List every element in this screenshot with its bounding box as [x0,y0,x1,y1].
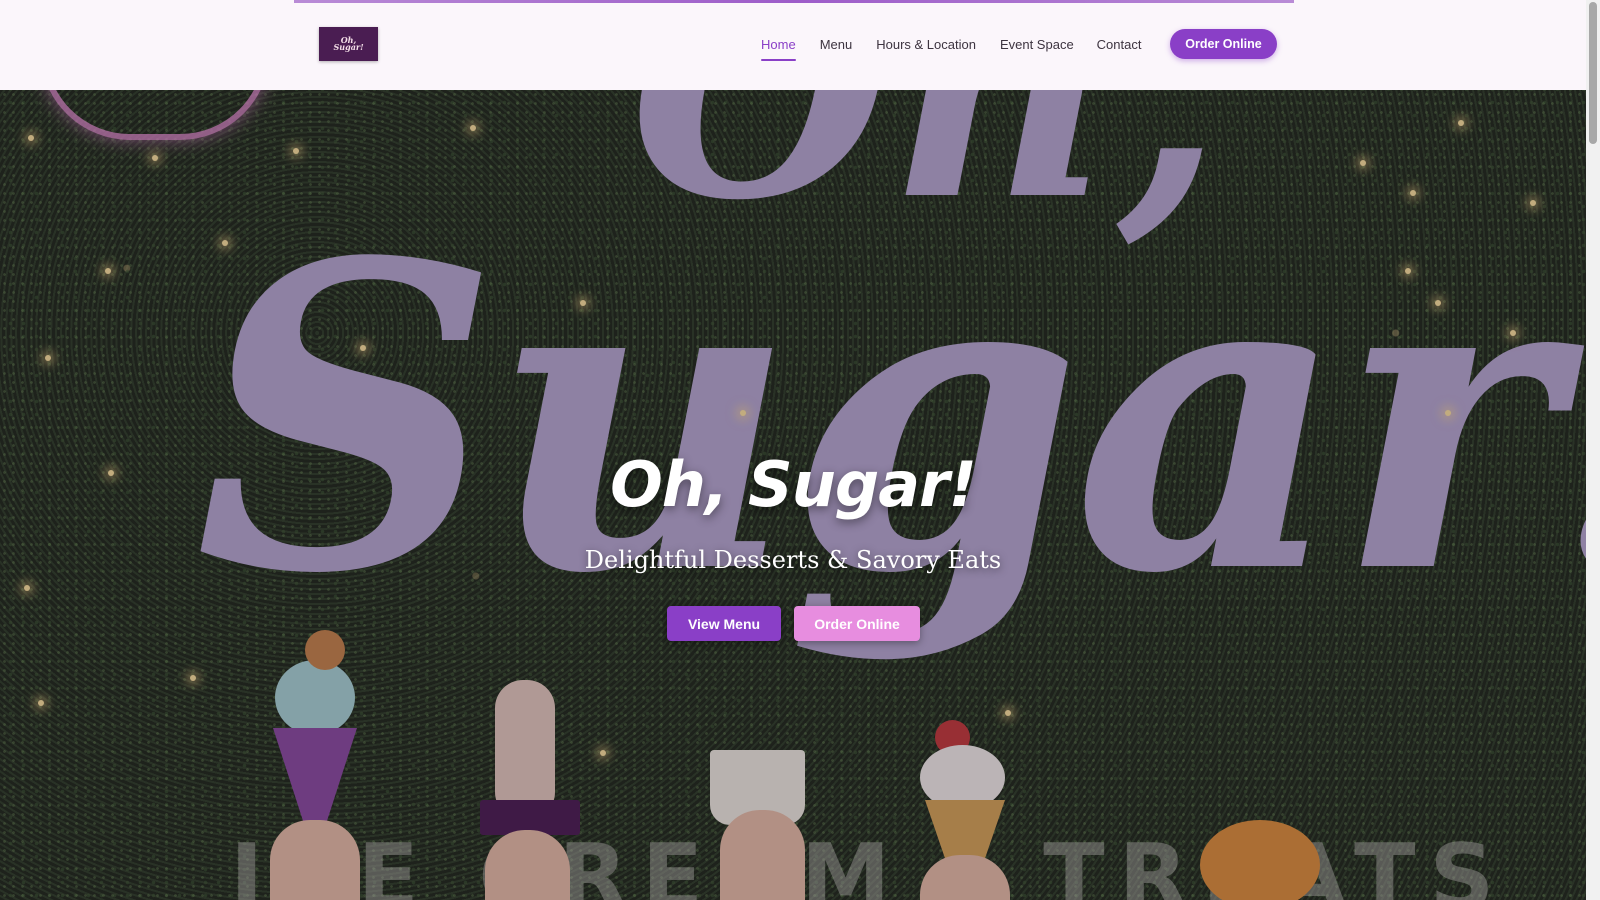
scrollbar-thumb[interactable] [1589,2,1597,144]
site-logo[interactable]: Oh, Sugar! [319,27,378,61]
order-online-header-button[interactable]: Order Online [1170,29,1277,59]
nav-item-hours-location[interactable]: Hours & Location [876,0,976,88]
order-online-hero-button[interactable]: Order Online [794,606,920,641]
nav-item-contact[interactable]: Contact [1097,0,1142,88]
hero-content: Oh, Sugar! Delightful Desserts & Savory … [0,90,1586,900]
nav-item-menu[interactable]: Menu [820,0,853,88]
main-nav: Home Menu Hours & Location Event Space C… [761,0,1141,88]
page-scrollbar[interactable] [1586,0,1600,900]
logo-text: Oh, Sugar! [333,35,364,52]
hero-section: Oh, Sugar! ICE CREAM · TREATS [0,90,1586,900]
nav-item-home[interactable]: Home [761,0,796,88]
site-header: Oh, Sugar! Home Menu Hours & Location Ev… [0,0,1586,90]
view-menu-button[interactable]: View Menu [667,606,781,641]
hero-subtitle: Delightful Desserts & Savory Eats [584,546,1002,574]
nav-item-event-space[interactable]: Event Space [1000,0,1074,88]
hero-title: Oh, Sugar! [610,448,977,521]
